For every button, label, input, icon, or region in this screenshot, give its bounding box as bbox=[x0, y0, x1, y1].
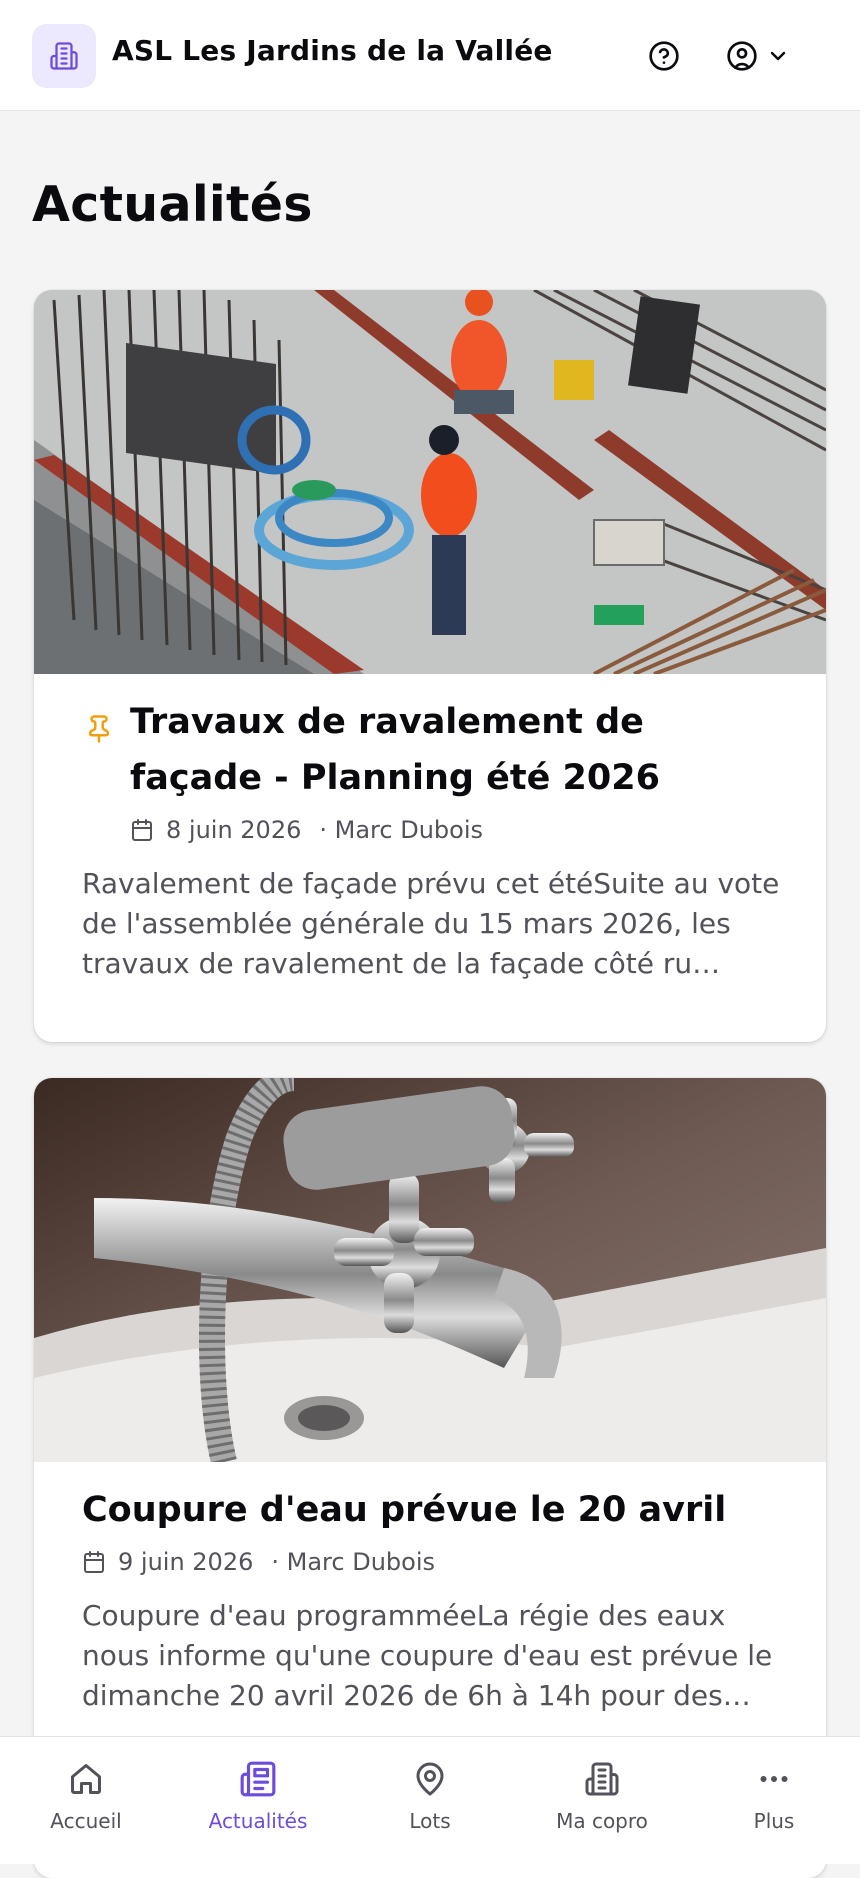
news-meta: 9 juin 2026 · Marc Dubois bbox=[82, 1548, 435, 1576]
calendar-icon bbox=[132, 819, 152, 841]
nav-item-lots[interactable]: Lots bbox=[344, 1737, 516, 1865]
news-excerpt: Ravalement de façade prévu cet étéSuite … bbox=[82, 867, 780, 980]
app-header: ASL Les Jardins de la Vallée bbox=[0, 0, 860, 111]
nav-item-accueil[interactable]: Accueil bbox=[0, 1737, 172, 1865]
nav-item-ma-copro[interactable]: Ma copro bbox=[516, 1737, 688, 1865]
news-title[interactable]: Coupure d'eau prévue le 20 avril bbox=[82, 1482, 802, 1538]
news-image-construction-site bbox=[34, 290, 826, 674]
more-horizontal-icon bbox=[760, 1776, 788, 1782]
app-logo[interactable] bbox=[32, 24, 96, 88]
news-date: 8 juin 2026 bbox=[166, 816, 302, 844]
news-author: · Marc Dubois bbox=[319, 816, 483, 844]
pin-icon bbox=[89, 715, 109, 743]
page-title: Actualités bbox=[32, 176, 313, 233]
bottom-nav: Accueil Actualités Lots Ma copro Plus bbox=[0, 1736, 860, 1864]
nav-label: Actualités bbox=[208, 1809, 308, 1833]
nav-item-plus[interactable]: Plus bbox=[688, 1737, 860, 1865]
news-image-faucet bbox=[34, 1078, 826, 1462]
app-title: ASL Les Jardins de la Vallée bbox=[112, 34, 553, 67]
chevron-down-icon bbox=[770, 51, 786, 61]
newspaper-icon bbox=[240, 1761, 276, 1797]
calendar-icon bbox=[84, 1551, 104, 1573]
news-meta: 8 juin 2026 · Marc Dubois bbox=[130, 816, 483, 844]
news-title[interactable]: Travaux de ravalement de façade - Planni… bbox=[130, 694, 770, 806]
help-circle-icon bbox=[649, 41, 679, 71]
map-pin-icon bbox=[416, 1762, 444, 1796]
home-icon bbox=[71, 1764, 101, 1794]
nav-label: Accueil bbox=[50, 1809, 122, 1833]
building-icon bbox=[50, 42, 78, 70]
nav-item-actualites[interactable]: Actualités bbox=[172, 1737, 344, 1865]
user-circle-icon bbox=[727, 41, 757, 71]
news-card[interactable]: Travaux de ravalement de façade - Planni… bbox=[34, 290, 826, 1042]
news-excerpt: Coupure d'eau programméeLa régie des eau… bbox=[82, 1599, 773, 1712]
nav-label: Lots bbox=[409, 1809, 451, 1833]
user-menu-button[interactable] bbox=[726, 36, 802, 76]
news-author: · Marc Dubois bbox=[271, 1548, 435, 1576]
building-icon bbox=[585, 1762, 619, 1796]
news-date: 9 juin 2026 bbox=[118, 1548, 254, 1576]
nav-label: Plus bbox=[753, 1809, 795, 1833]
nav-label: Ma copro bbox=[556, 1809, 648, 1833]
help-button[interactable] bbox=[646, 38, 682, 74]
